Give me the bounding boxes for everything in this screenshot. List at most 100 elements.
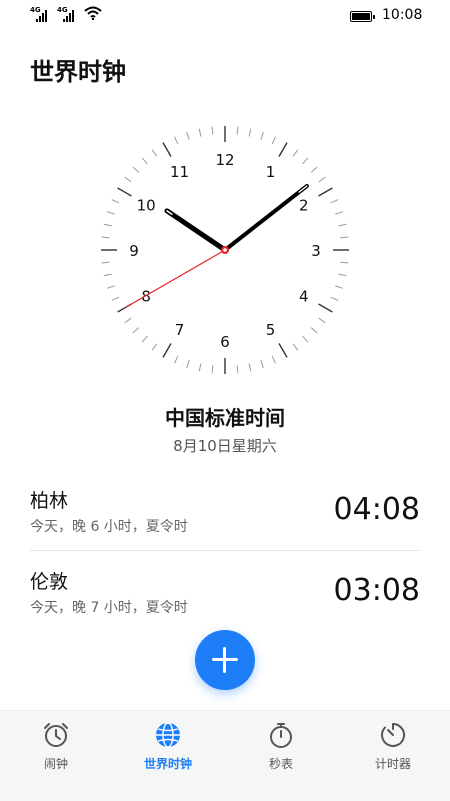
minute-tick [248,128,252,137]
city-offset-desc: 今天，晚 7 小时，夏令时 [30,600,188,616]
minute-tick [186,131,190,140]
clock-face: 121234567891011 [101,126,349,374]
minute-tick [310,166,318,173]
minute-tick [260,360,264,369]
clock-number: 4 [299,288,309,306]
wifi-icon [84,6,102,20]
page-title: 世界时钟 [30,58,126,86]
minute-tick [335,211,344,215]
clock-number: 10 [137,197,156,215]
city-name: 柏林 [30,490,69,512]
timezone-date: 8月10日星期六 [173,437,277,455]
city-name: 伦敦 [30,571,69,593]
minute-tick [310,327,318,334]
minute-tick [151,149,158,157]
minute-tick [271,136,276,145]
battery-icon [350,11,375,22]
hour-hand [164,208,228,253]
clock-number: 3 [311,242,321,260]
minute-tick [101,261,110,264]
minute-tick [186,360,190,369]
hour-tick [162,142,172,157]
timezone-name: 中国标准时间 [165,406,285,430]
minute-tick [111,199,120,204]
hour-tick [318,187,333,197]
city-row-berlin[interactable]: 柏林 今天，晚 6 小时，夏令时 04:08 [30,470,420,551]
clock-number: 11 [170,163,189,181]
minute-tick [111,296,120,301]
tab-alarm[interactable]: 闹钟 [0,711,112,801]
hour-tick [318,303,333,313]
clock-number: 1 [266,163,276,181]
minute-tick [141,157,148,165]
minute-tick [330,296,339,301]
minute-tick [260,131,264,140]
minute-tick [106,285,115,289]
city-row-london[interactable]: 伦敦 今天，晚 7 小时，夏令时 03:08 [30,551,420,631]
minute-hand [223,183,309,252]
status-time: 10:08 [382,7,423,23]
tab-label: 秒表 [268,757,293,771]
tab-label: 计时器 [374,757,411,771]
minute-tick [174,136,179,145]
second-hand [125,249,226,308]
minute-tick [174,355,179,364]
minute-tick [338,223,347,227]
timer-icon [381,722,406,747]
city-offset-desc: 今天，晚 6 小时，夏令时 [30,519,188,535]
minute-tick [151,343,158,351]
minute-tick [103,223,112,227]
tab-world-clock[interactable]: 世界时钟 [112,711,224,801]
minute-tick [106,211,115,215]
minute-tick [198,128,202,137]
alarm-clock-icon [44,723,68,747]
minute-tick [318,176,326,183]
minute-tick [318,317,326,324]
minute-tick [340,236,349,239]
minute-tick [124,317,132,324]
hour-tick [117,187,132,197]
add-city-button[interactable] [195,630,255,690]
hour-tick [278,343,288,358]
clock-number: 6 [220,333,230,351]
minute-tick [132,166,140,173]
minute-tick [103,273,112,277]
city-time: 03:08 [333,573,420,608]
hour-tick [162,343,172,358]
analog-clock: 12 1 2 3 4 5 6 7 8 9 10 11 [100,125,350,375]
minute-tick [236,126,239,135]
bottom-nav: 闹钟 世界时钟 秒表 计时器 [0,710,450,801]
minute-tick [132,327,140,334]
minute-tick [338,273,347,277]
tab-label: 闹钟 [43,757,68,771]
tab-timer[interactable]: 计时器 [337,711,449,801]
stopwatch-icon [270,723,292,748]
tab-label: 世界时钟 [143,757,192,771]
minute-tick [211,126,214,135]
minute-tick [101,236,110,239]
minute-tick [248,363,252,372]
clock-number: 2 [299,197,309,215]
tab-stopwatch[interactable]: 秒表 [225,711,337,801]
minute-tick [302,157,309,165]
minute-tick [340,261,349,264]
minute-tick [198,363,202,372]
hour-tick [278,142,288,157]
clock-number: 7 [175,321,185,339]
minute-tick [292,343,299,351]
minute-tick [330,199,339,204]
minute-tick [141,335,148,343]
minute-tick [211,365,214,374]
clock-number: 5 [266,321,276,339]
status-bar: 4G 4G 10:08 [0,0,450,32]
city-time: 04:08 [333,492,420,527]
minute-tick [335,285,344,289]
globe-icon [156,722,180,748]
clock-number: 9 [129,242,139,260]
clock-number: 12 [215,151,234,169]
minute-tick [124,176,132,183]
minute-tick [302,335,309,343]
clock-number: 8 [141,288,151,306]
minute-tick [292,149,299,157]
minute-tick [271,355,276,364]
